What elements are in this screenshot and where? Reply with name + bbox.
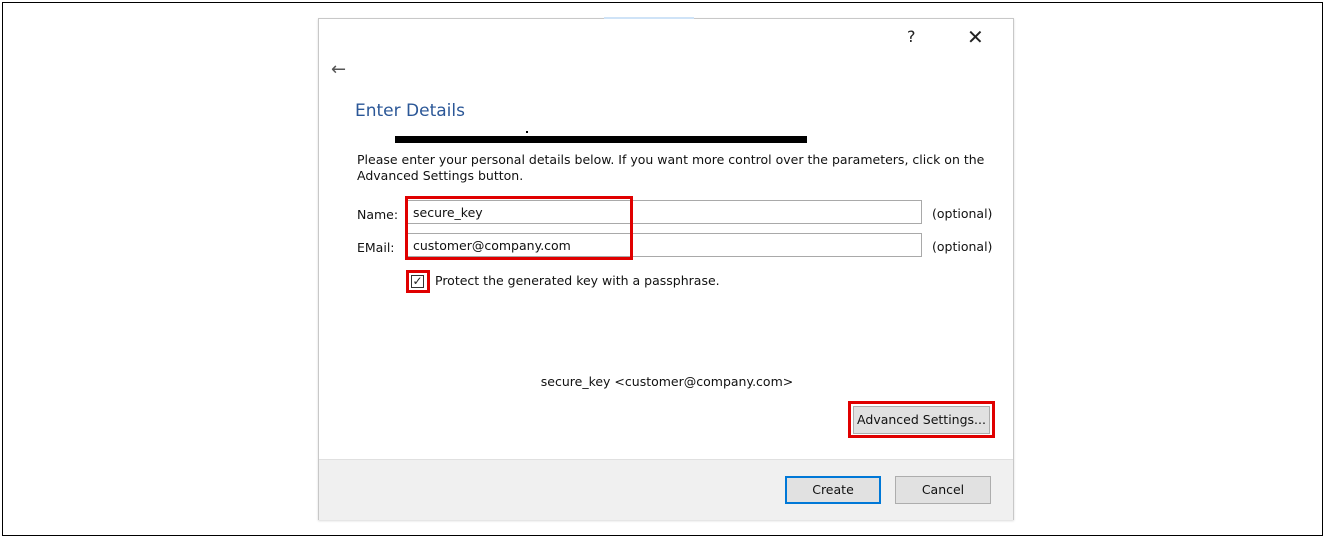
- passphrase-label[interactable]: Protect the generated key with a passphr…: [435, 273, 720, 288]
- cancel-button[interactable]: Cancel: [895, 476, 991, 504]
- dialog-footer: Create Cancel: [319, 459, 1013, 520]
- instructions-text: Please enter your personal details below…: [357, 152, 985, 183]
- help-icon[interactable]: ?: [907, 27, 916, 46]
- close-icon[interactable]: ✕: [967, 25, 984, 49]
- user-id-preview: secure_key <customer@company.com>: [540, 374, 794, 389]
- advanced-highlight: [848, 401, 995, 438]
- title-bar-accent: [604, 17, 694, 19]
- checkbox-highlight: [406, 270, 430, 293]
- email-optional-note: (optional): [932, 239, 993, 254]
- page-title: Enter Details: [355, 101, 465, 121]
- name-label: Name:: [357, 207, 399, 222]
- fields-highlight: [405, 196, 633, 260]
- email-label: EMail:: [357, 240, 395, 255]
- key-creation-dialog: ? ✕ ← Enter Details Please enter your pe…: [318, 17, 1014, 520]
- arrow-left-icon[interactable]: ←: [331, 59, 346, 80]
- redaction-mark: [526, 131, 528, 133]
- name-optional-note: (optional): [932, 206, 993, 221]
- create-button[interactable]: Create: [785, 476, 881, 504]
- redaction-bar: [395, 136, 807, 143]
